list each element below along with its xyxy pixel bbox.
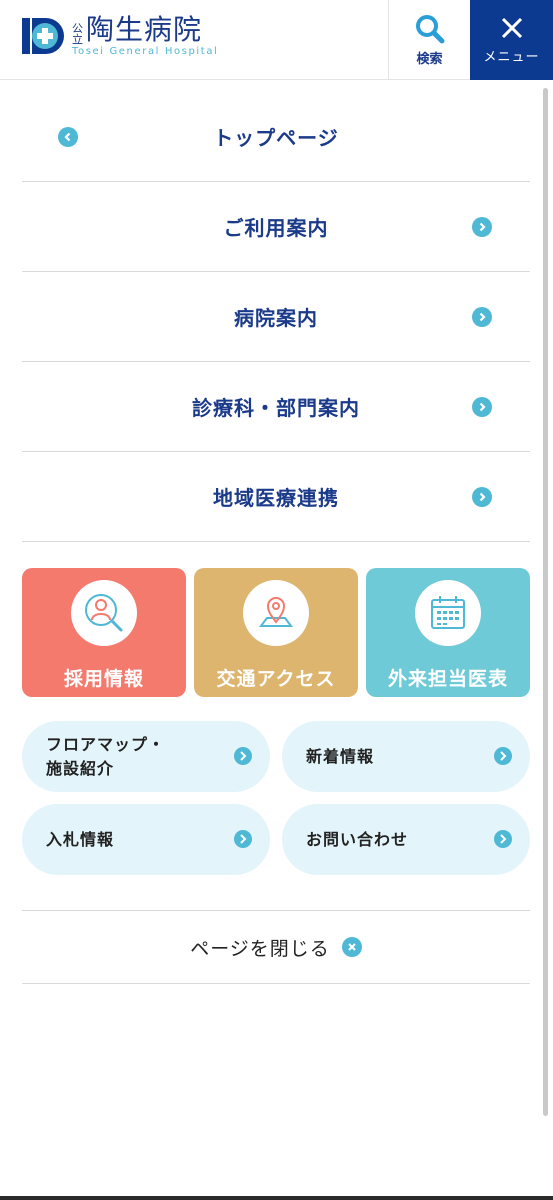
nav-item-label: 地域医療連携 xyxy=(213,486,339,510)
pill-label: お問い合わせ xyxy=(306,829,409,849)
nav-item-community[interactable]: 地域医療連携 xyxy=(22,452,530,542)
chevron-right-icon xyxy=(472,307,492,327)
floor-map-link[interactable]: フロアマップ・ 施設紹介 xyxy=(22,721,270,792)
pill-label: 新着情報 xyxy=(306,746,375,766)
map-pin-icon xyxy=(259,597,293,627)
access-card[interactable]: 交通アクセス xyxy=(194,568,358,697)
logo-prefix-bottom: 立 xyxy=(72,33,83,46)
news-link[interactable]: 新着情報 xyxy=(282,721,530,792)
pill-label-line1: フロアマップ・ xyxy=(46,734,166,754)
chevron-right-icon xyxy=(494,747,512,765)
chevron-right-icon xyxy=(234,830,252,848)
chevron-right-icon xyxy=(234,747,252,765)
bidding-link[interactable]: 入札情報 xyxy=(22,804,270,875)
nav-item-departments[interactable]: 診療科・部門案内 xyxy=(22,362,530,452)
contact-link[interactable]: お問い合わせ xyxy=(282,804,530,875)
search-icon xyxy=(415,14,444,43)
nav-item-label: ご利用案内 xyxy=(223,216,329,240)
calendar-icon xyxy=(431,596,465,629)
recruit-card[interactable]: 採用情報 xyxy=(22,568,186,697)
nav-item-guide[interactable]: ご利用案内 xyxy=(22,182,530,272)
card-label: 外来担当医表 xyxy=(387,668,508,690)
nav-item-label: 診療科・部門案内 xyxy=(192,396,360,420)
chevron-left-icon xyxy=(58,127,78,147)
nav-item-about[interactable]: 病院案内 xyxy=(22,272,530,362)
site-header: 公 立 陶生病院 Tosei General Hospital 検索 メニュー xyxy=(0,0,553,80)
bottom-divider xyxy=(0,1196,553,1200)
hospital-logo[interactable]: 公 立 陶生病院 Tosei General Hospital xyxy=(20,14,218,58)
nav-item-label: 病院案内 xyxy=(234,306,318,330)
search-label: 検索 xyxy=(416,51,443,67)
chevron-right-icon xyxy=(494,830,512,848)
close-icon xyxy=(501,17,522,38)
menu-close-button[interactable]: メニュー xyxy=(470,0,553,80)
main-nav: トップページ ご利用案内 病院案内 診療科・部門案内 地域医療連携 xyxy=(22,92,530,542)
schedule-card[interactable]: 外来担当医表 xyxy=(366,568,530,697)
close-circle-icon xyxy=(341,937,362,957)
chevron-right-icon xyxy=(472,487,492,507)
logo-subtitle: Tosei General Hospital xyxy=(72,46,219,57)
hospital-cross-icon xyxy=(22,18,64,54)
quick-link-cards: 採用情報 交通アクセス 外来担当医表 xyxy=(22,568,530,697)
pill-label-line2: 施設紹介 xyxy=(46,758,115,778)
close-page-button[interactable]: ページを閉じる xyxy=(22,910,530,984)
nav-item-label: トップページ xyxy=(213,126,339,150)
card-label: 採用情報 xyxy=(63,668,144,690)
search-button[interactable]: 検索 xyxy=(388,0,470,80)
scrollbar[interactable] xyxy=(543,88,548,1116)
pill-label: 入札情報 xyxy=(46,829,115,849)
close-page-label: ページを閉じる xyxy=(190,937,330,960)
menu-label: メニュー xyxy=(483,49,540,65)
chevron-right-icon xyxy=(472,217,492,237)
chevron-right-icon xyxy=(472,397,492,417)
logo-name: 陶生病院 xyxy=(86,13,203,46)
card-label: 交通アクセス xyxy=(216,668,336,690)
person-search-icon xyxy=(85,594,123,632)
nav-item-top[interactable]: トップページ xyxy=(22,92,530,182)
